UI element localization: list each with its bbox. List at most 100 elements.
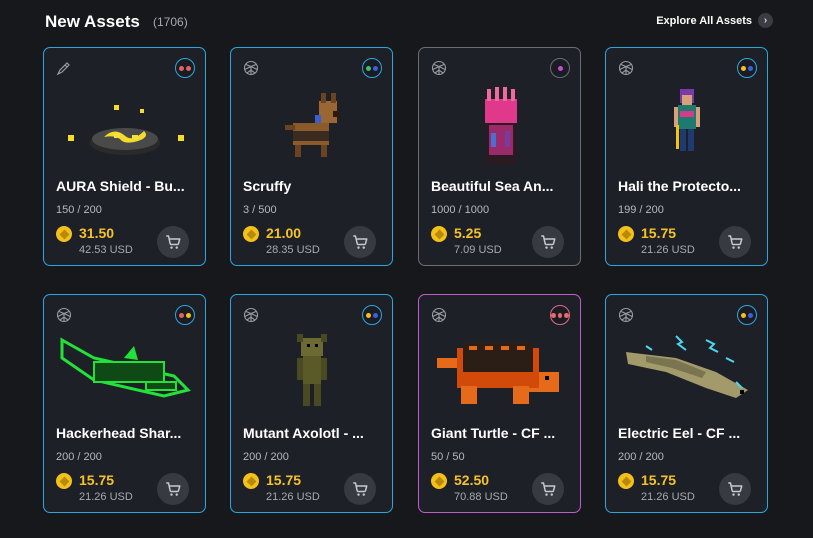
asset-price: 21.00 bbox=[266, 225, 302, 241]
rarity-dot bbox=[564, 312, 570, 318]
electric-eel-art bbox=[626, 335, 748, 398]
cart-icon bbox=[539, 480, 557, 498]
asset-price: 15.75 bbox=[641, 472, 677, 488]
coin-icon bbox=[431, 226, 447, 242]
asset-supply: 200 / 200 bbox=[618, 451, 664, 463]
asset-card[interactable]: Mutant Axolotl - ... 200 / 200 15.75 21.… bbox=[230, 294, 393, 513]
mutant-axolotl-art bbox=[297, 334, 327, 406]
asset-usd-price: 21.26 USD bbox=[641, 491, 695, 503]
rarity-badge bbox=[362, 58, 382, 78]
rarity-dot bbox=[179, 312, 184, 318]
asset-card[interactable]: Electric Eel - CF ... 200 / 200 15.75 21… bbox=[605, 294, 768, 513]
asset-supply: 200 / 200 bbox=[243, 451, 289, 463]
coin-icon bbox=[618, 226, 634, 242]
hali-protector-art bbox=[674, 89, 700, 151]
asset-usd-price: 21.26 USD bbox=[79, 491, 133, 503]
asset-name: Giant Turtle - CF ... bbox=[431, 425, 556, 441]
explore-all-label: Explore All Assets bbox=[656, 14, 752, 27]
asset-card[interactable]: Beautiful Sea An... 1000 / 1000 5.25 7.0… bbox=[418, 47, 581, 266]
add-to-cart-button[interactable] bbox=[344, 226, 376, 258]
cart-icon bbox=[351, 233, 369, 251]
rarity-badge bbox=[737, 305, 757, 325]
cart-icon bbox=[726, 233, 744, 251]
rarity-dot bbox=[366, 65, 371, 71]
asset-usd-price: 21.26 USD bbox=[266, 491, 320, 503]
section-title: New Assets bbox=[45, 12, 140, 31]
coin-icon bbox=[56, 226, 72, 242]
asset-card[interactable]: Hackerhead Shar... 200 / 200 15.75 21.26… bbox=[43, 294, 206, 513]
cart-icon bbox=[539, 233, 557, 251]
asset-name: Beautiful Sea An... bbox=[431, 178, 554, 194]
add-to-cart-button[interactable] bbox=[532, 473, 564, 505]
asset-name: Scruffy bbox=[243, 178, 292, 194]
voxel-ball-icon bbox=[618, 307, 634, 323]
asset-supply: 3 / 500 bbox=[243, 204, 277, 216]
add-to-cart-button[interactable] bbox=[719, 226, 751, 258]
add-to-cart-button[interactable] bbox=[344, 473, 376, 505]
rarity-dot bbox=[373, 312, 378, 318]
coin-icon bbox=[243, 473, 259, 489]
asset-name: Hackerhead Shar... bbox=[56, 425, 182, 441]
asset-supply: 200 / 200 bbox=[56, 451, 102, 463]
add-to-cart-button[interactable] bbox=[157, 473, 189, 505]
rarity-badge bbox=[175, 305, 195, 325]
chevron-right-icon: › bbox=[758, 13, 773, 28]
rarity-badge bbox=[550, 58, 570, 78]
asset-count: (1706) bbox=[153, 15, 188, 29]
asset-card[interactable]: Hali the Protecto... 199 / 200 15.75 21.… bbox=[605, 47, 768, 266]
asset-supply: 150 / 200 bbox=[56, 204, 102, 216]
coin-icon bbox=[618, 473, 634, 489]
aura-shield-art bbox=[68, 105, 184, 155]
voxel-ball-icon bbox=[431, 307, 447, 323]
asset-card[interactable]: Giant Turtle - CF ... 50 / 50 52.50 70.8… bbox=[418, 294, 581, 513]
voxel-ball-icon bbox=[618, 60, 634, 76]
cart-icon bbox=[164, 233, 182, 251]
add-to-cart-button[interactable] bbox=[532, 226, 564, 258]
rarity-dot bbox=[366, 312, 371, 318]
coin-icon bbox=[431, 473, 447, 489]
asset-name: AURA Shield - Bu... bbox=[56, 178, 185, 194]
voxel-ball-icon bbox=[243, 60, 259, 76]
asset-price: 52.50 bbox=[454, 472, 490, 488]
asset-card[interactable]: AURA Shield - Bu... 150 / 200 31.50 42.5… bbox=[43, 47, 206, 266]
rarity-dot bbox=[557, 65, 563, 71]
asset-supply: 1000 / 1000 bbox=[431, 204, 490, 216]
rarity-badge bbox=[175, 58, 195, 78]
voxel-ball-icon bbox=[56, 307, 72, 323]
asset-supply: 50 / 50 bbox=[431, 451, 465, 463]
asset-price: 15.75 bbox=[641, 225, 677, 241]
rarity-dot bbox=[557, 312, 563, 318]
rarity-dot bbox=[741, 65, 746, 71]
rarity-badge bbox=[550, 305, 570, 325]
rarity-dot bbox=[186, 312, 191, 318]
asset-price: 5.25 bbox=[454, 225, 482, 241]
coin-icon bbox=[56, 473, 72, 489]
add-to-cart-button[interactable] bbox=[719, 473, 751, 505]
section-header: New Assets (1706) Explore All Assets › bbox=[45, 12, 773, 34]
asset-card[interactable]: Scruffy 3 / 500 21.00 28.35 USD bbox=[230, 47, 393, 266]
asset-name: Mutant Axolotl - ... bbox=[243, 425, 364, 441]
cart-icon bbox=[351, 480, 369, 498]
asset-price: 31.50 bbox=[79, 225, 115, 241]
rarity-dot bbox=[179, 65, 184, 71]
cart-icon bbox=[164, 480, 182, 498]
rarity-dot bbox=[748, 65, 753, 71]
giant-turtle-art bbox=[437, 342, 559, 404]
asset-price: 15.75 bbox=[266, 472, 302, 488]
hackerhead-shark-art bbox=[60, 337, 191, 398]
explore-all-link[interactable]: Explore All Assets › bbox=[656, 13, 773, 28]
asset-usd-price: 7.09 USD bbox=[454, 244, 502, 256]
asset-usd-price: 28.35 USD bbox=[266, 244, 320, 256]
rarity-badge bbox=[362, 305, 382, 325]
coin-icon bbox=[243, 226, 259, 242]
asset-name: Hali the Protecto... bbox=[618, 178, 741, 194]
brush-icon bbox=[56, 60, 72, 76]
rarity-dot bbox=[741, 312, 746, 318]
scruffy-art bbox=[285, 93, 341, 157]
asset-usd-price: 70.88 USD bbox=[454, 491, 508, 503]
sea-anemone-art bbox=[485, 87, 517, 165]
rarity-dot bbox=[551, 312, 556, 318]
asset-price: 15.75 bbox=[79, 472, 115, 488]
asset-supply: 199 / 200 bbox=[618, 204, 664, 216]
add-to-cart-button[interactable] bbox=[157, 226, 189, 258]
